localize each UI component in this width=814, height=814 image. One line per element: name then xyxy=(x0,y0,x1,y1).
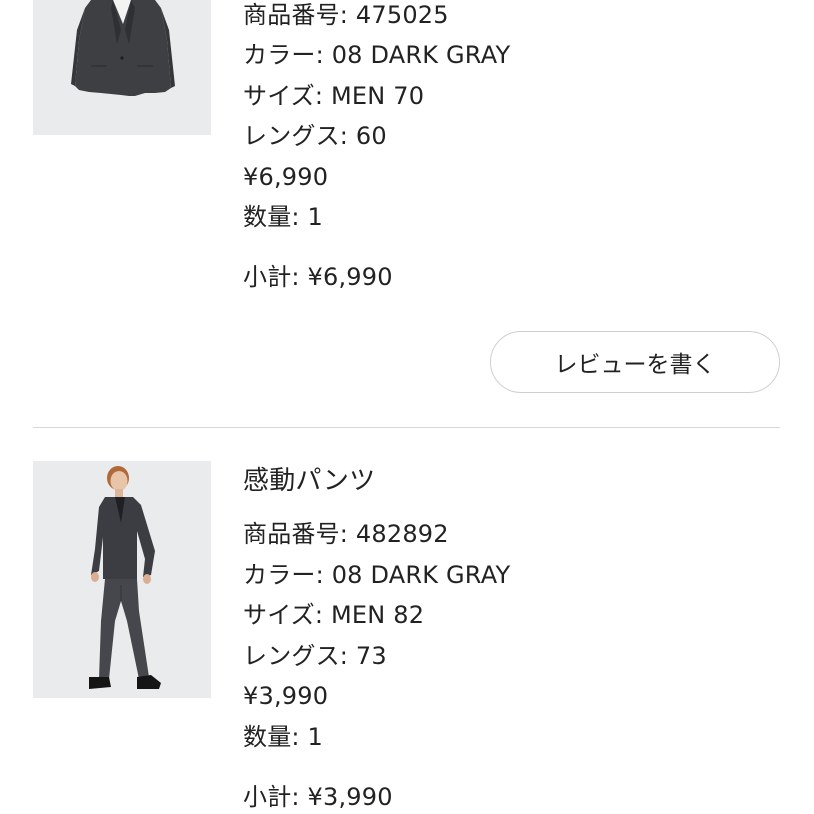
product-name[interactable]: 感動パンツ xyxy=(243,466,375,496)
product-color: カラー: 08 DARK GRAY xyxy=(243,561,511,589)
product-subtotal: 小計: ¥6,990 xyxy=(243,263,393,291)
write-review-button[interactable]: レビューを書く xyxy=(490,331,780,393)
product-color: カラー: 08 DARK GRAY xyxy=(243,41,511,69)
product-length: レングス: 60 xyxy=(243,122,387,150)
product-size: サイズ: MEN 82 xyxy=(243,601,425,629)
product-price: ¥6,990 xyxy=(243,163,329,191)
product-quantity: 数量: 1 xyxy=(243,723,323,751)
product-image-pants[interactable] xyxy=(33,461,211,698)
product-length: レングス: 73 xyxy=(243,642,387,670)
product-quantity: 数量: 1 xyxy=(243,203,323,231)
model-in-suit-photo-icon xyxy=(33,461,211,698)
product-subtotal: 小計: ¥3,990 xyxy=(243,783,393,811)
product-number: 商品番号: 482892 xyxy=(243,520,449,548)
product-image-jacket[interactable] xyxy=(33,0,211,135)
jacket-photo-icon xyxy=(33,0,211,135)
product-size: サイズ: MEN 70 xyxy=(243,82,425,110)
product-number: 商品番号: 475025 xyxy=(243,1,449,29)
product-price: ¥3,990 xyxy=(243,682,329,710)
item-divider xyxy=(33,427,780,428)
